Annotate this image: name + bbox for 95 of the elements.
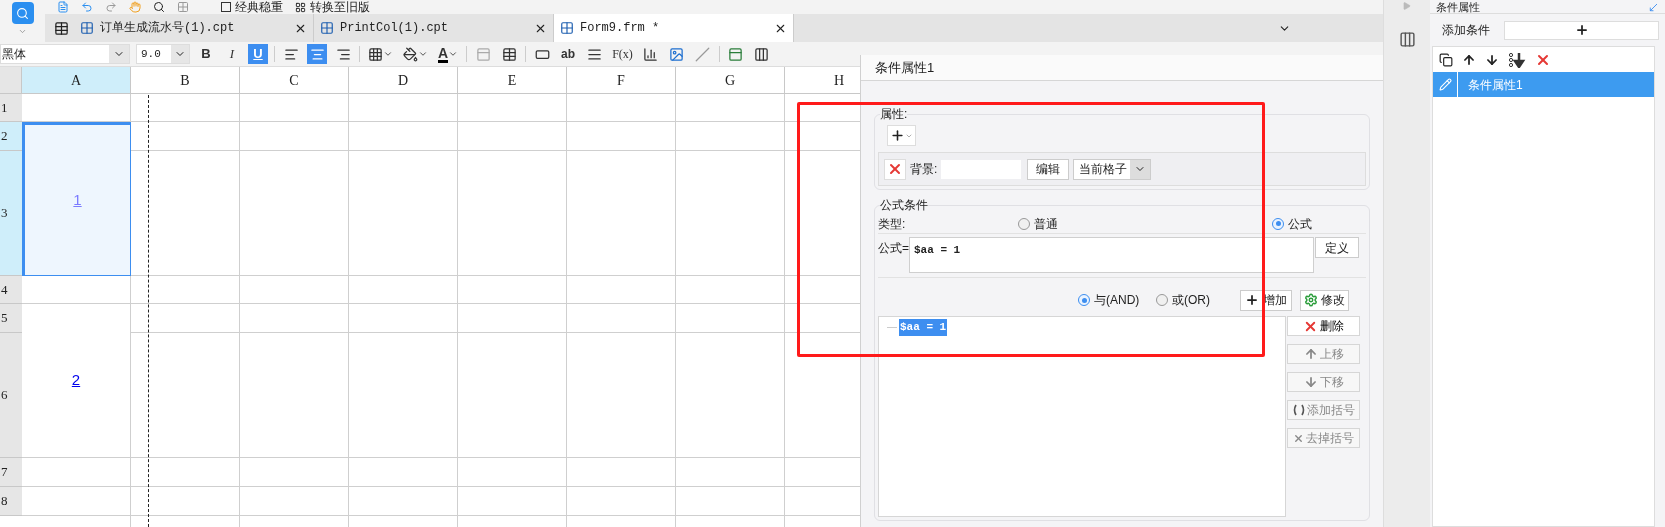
add-attribute-button[interactable] — [887, 125, 916, 146]
type-radio[interactable] — [1272, 217, 1284, 230]
define-button[interactable]: 定义 — [1315, 237, 1359, 258]
column-header[interactable]: D — [397, 69, 409, 91]
align-button[interactable] — [307, 44, 327, 64]
font-color-button[interactable]: A — [436, 44, 461, 64]
report-icon — [80, 21, 94, 35]
column-header[interactable]: E — [507, 69, 517, 91]
grid-icon — [177, 1, 189, 13]
table-icon — [501, 46, 517, 62]
column-header[interactable]: A — [70, 69, 82, 91]
cell-link[interactable]: 2 — [71, 369, 81, 392]
style-toggle[interactable]: B — [196, 44, 216, 64]
report-icon — [320, 21, 334, 35]
modify-button[interactable]: 修改 — [1300, 289, 1349, 311]
column-header[interactable]: F — [617, 69, 625, 91]
image-icon — [669, 46, 685, 62]
add-condition-label: 添加条件 — [1442, 22, 1490, 39]
add-button[interactable]: 增加 — [1240, 289, 1292, 311]
search-icon — [16, 6, 29, 20]
layout-icon — [295, 1, 306, 13]
gear-icon — [1304, 293, 1318, 307]
arrow-up-icon — [1303, 347, 1318, 361]
type-label: 类型: — [878, 215, 907, 233]
row-header[interactable]: 3 — [1, 203, 8, 223]
report-icon — [560, 21, 574, 35]
radio-label[interactable]: 普通 — [1034, 214, 1058, 233]
panel-icon — [728, 46, 744, 62]
logic-radio[interactable] — [1156, 294, 1168, 306]
preview-icon — [153, 1, 165, 13]
document-tab[interactable]: Form9.frm * — [554, 14, 794, 42]
dialog-title: 条件属性1 — [875, 58, 935, 77]
font-combo[interactable]: 黑体 — [0, 44, 130, 64]
column-header[interactable]: H — [833, 69, 845, 91]
columns-icon — [1398, 30, 1416, 48]
formula-field[interactable]: $aa = 1 — [909, 237, 1314, 273]
column-header[interactable]: B — [180, 69, 190, 91]
hand-icon — [129, 1, 141, 13]
type-radio[interactable] — [1018, 217, 1030, 230]
action-button[interactable]: 删除 — [1287, 316, 1360, 336]
plus-icon — [1245, 293, 1259, 307]
column-header[interactable]: G — [724, 69, 736, 91]
group-label: 公式条件 — [880, 197, 928, 214]
column-header[interactable]: C — [289, 69, 299, 91]
remove-attribute-button[interactable] — [884, 158, 906, 180]
radio-label[interactable]: 与(AND) — [1094, 291, 1140, 309]
radio-label[interactable]: 公式 — [1288, 214, 1312, 233]
document-icon — [57, 1, 69, 13]
arrow-down-icon — [1303, 375, 1318, 389]
move-to-bottom-icon — [1508, 51, 1526, 68]
table-icon — [53, 20, 69, 36]
parentheses-icon — [1292, 404, 1305, 416]
plus-icon — [890, 128, 905, 143]
redo-icon — [105, 1, 117, 13]
app-logo[interactable] — [11, 2, 34, 24]
copy-icon — [1439, 52, 1453, 67]
merged-cell[interactable]: 2 — [22, 304, 131, 458]
align-icon — [309, 46, 325, 62]
pencil-icon — [1438, 78, 1452, 91]
caret-icon — [18, 27, 27, 36]
edit-button[interactable]: 编辑 — [1027, 158, 1070, 180]
triangle-icon — [1403, 2, 1411, 10]
radio-label[interactable]: 或(OR) — [1172, 291, 1210, 309]
paragraph-icon — [586, 46, 602, 62]
size-combo[interactable]: 9.0 — [136, 44, 190, 64]
caret-icon — [448, 49, 459, 59]
caret-icon — [383, 49, 393, 59]
arrow-icon — [1648, 2, 1659, 13]
border-icon — [368, 46, 383, 62]
merge-icon — [475, 46, 491, 62]
align-icon — [335, 46, 351, 62]
scope-select[interactable]: 当前格子 — [1073, 158, 1152, 180]
formula-tool[interactable]: F(x) — [610, 44, 635, 64]
slash-icon — [695, 46, 711, 62]
row-header[interactable]: 6 — [1, 385, 8, 405]
plus-icon — [1574, 23, 1589, 37]
undo-icon — [81, 1, 93, 13]
columns-icon — [754, 46, 770, 62]
remove-parentheses-icon — [1293, 432, 1304, 444]
close-icon — [887, 161, 903, 177]
logic-radio[interactable] — [1078, 294, 1090, 306]
style-toggle[interactable]: I — [222, 44, 242, 64]
menu-item[interactable]: 转换至旧版 — [295, 1, 370, 13]
attribute-label: 背景: — [910, 161, 938, 178]
panel-title: 条件属性 — [1435, 1, 1480, 13]
text-tool[interactable]: ab — [558, 44, 579, 64]
caret-icon — [418, 49, 428, 59]
align-icon — [283, 46, 299, 62]
formula-label: 公式= — [878, 240, 908, 257]
chart-icon — [643, 46, 659, 62]
arrow-up-icon — [1462, 52, 1476, 67]
menu-item[interactable]: 经典稳重 — [221, 1, 283, 13]
paint-bucket-icon — [403, 46, 418, 62]
group-label: 属性: — [880, 106, 908, 123]
arrow-down-icon — [1485, 52, 1499, 67]
